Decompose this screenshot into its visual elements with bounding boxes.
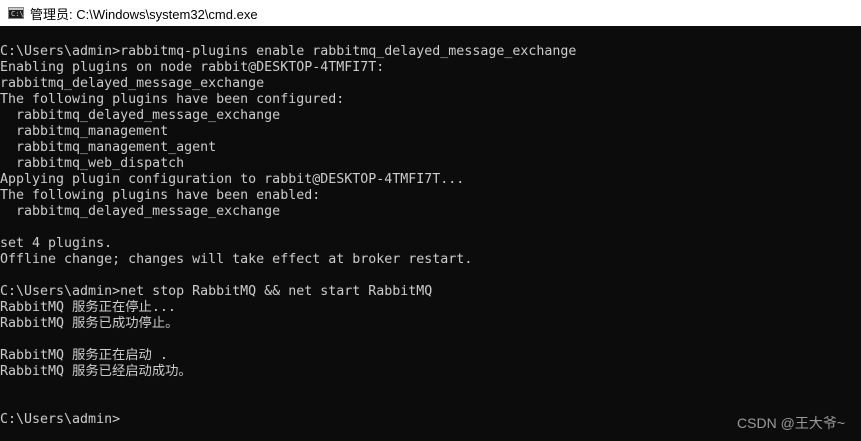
console-line: rabbitmq_management_agent	[0, 140, 217, 155]
console-line: rabbitmq_delayed_message_exchange	[0, 108, 281, 123]
console-line: Enabling plugins on node rabbit@DESKTOP-…	[0, 60, 385, 75]
console-line: RabbitMQ 服务已经启动成功。	[0, 364, 192, 379]
console-line: Offline change; changes will take effect…	[0, 252, 473, 267]
title-bar[interactable]: C:\ 管理员: C:\Windows\system32\cmd.exe	[0, 0, 861, 26]
console-line: rabbitmq_web_dispatch	[0, 156, 185, 171]
console-line: RabbitMQ 服务正在启动 .	[0, 348, 168, 363]
console-line: The following plugins have been configur…	[0, 92, 345, 107]
console-output[interactable]: C:\Users\admin>rabbitmq-plugins enable r…	[0, 26, 861, 441]
console-line: rabbitmq_delayed_message_exchange	[0, 76, 265, 91]
cmd-icon-glyph: C:\	[11, 10, 24, 18]
console-line: RabbitMQ 服务已成功停止。	[0, 316, 179, 331]
console-line: C:\Users\admin>rabbitmq-plugins enable r…	[0, 44, 577, 59]
console-line: RabbitMQ 服务正在停止...	[0, 300, 176, 315]
console-line: rabbitmq_management	[0, 124, 169, 139]
console-line: rabbitmq_delayed_message_exchange	[0, 204, 281, 219]
watermark-text: CSDN @王大爷~	[737, 415, 845, 431]
console-line: Applying plugin configuration to rabbit@…	[0, 172, 465, 187]
window-title: 管理员: C:\Windows\system32\cmd.exe	[30, 6, 258, 22]
console-line: C:\Users\admin>	[0, 412, 121, 427]
console-line: set 4 plugins.	[0, 236, 113, 251]
console-line: C:\Users\admin>net stop RabbitMQ && net …	[0, 284, 433, 299]
cmd-app-icon[interactable]: C:\	[8, 7, 24, 19]
console-lines: C:\Users\admin>rabbitmq-plugins enable r…	[0, 44, 576, 428]
console-line: The following plugins have been enabled:	[0, 188, 321, 203]
